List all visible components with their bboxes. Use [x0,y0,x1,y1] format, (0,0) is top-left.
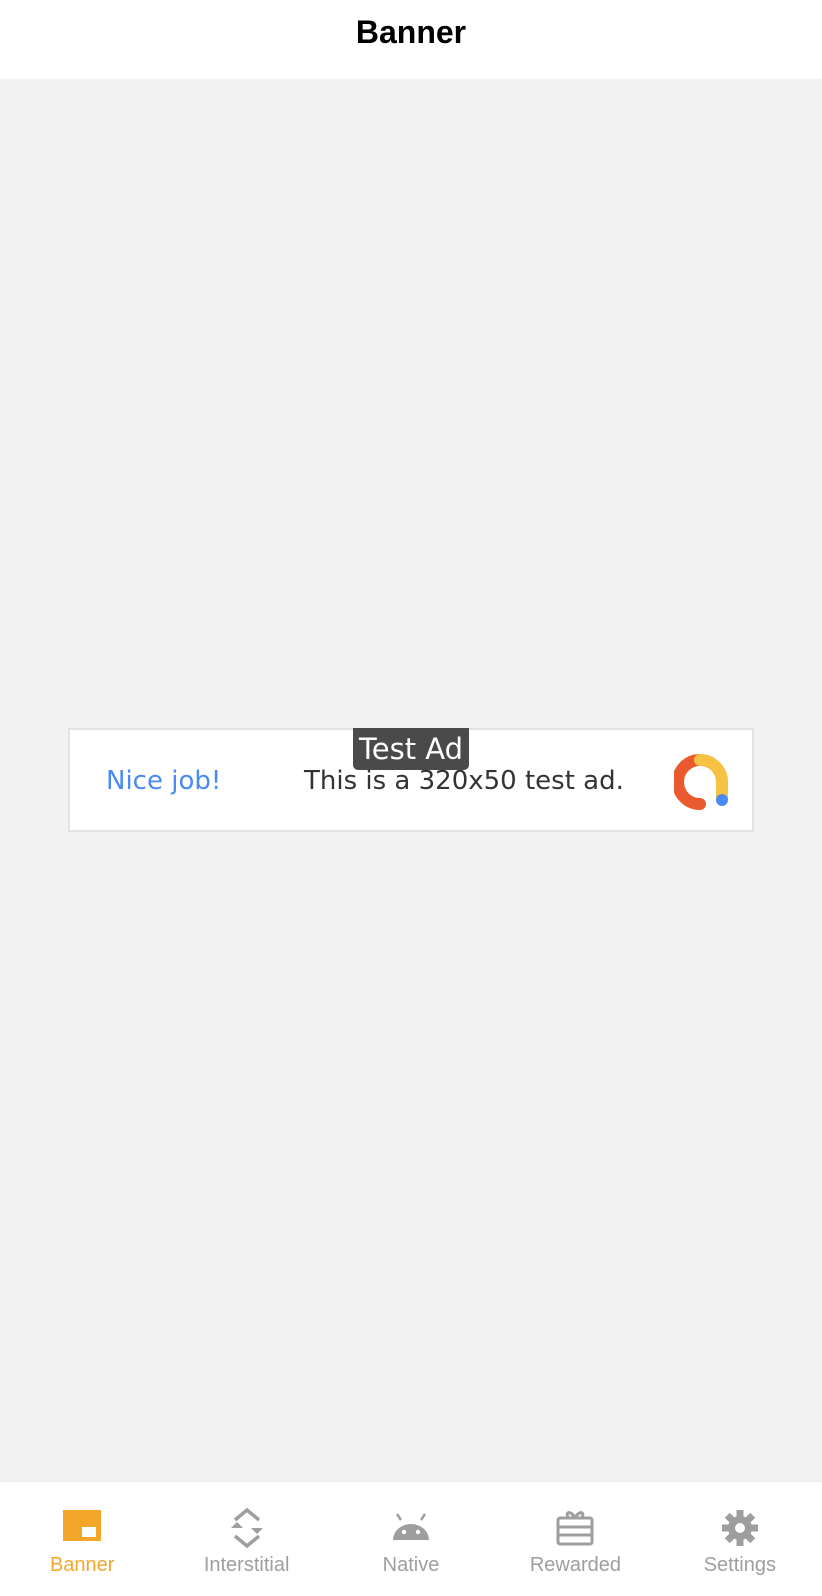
nav-item-settings[interactable]: Settings [658,1482,822,1596]
banner-icon [63,1510,102,1541]
android-icon [393,1513,430,1540]
nav-label-banner: Banner [49,1554,115,1576]
nav-item-interstitial[interactable]: Interstitial [164,1482,328,1596]
interstitial-icon [230,1508,263,1548]
nav-item-native[interactable]: Native [329,1482,493,1596]
page-title: Banner [355,14,467,50]
nav-label-interstitial: Interstitial [203,1554,290,1576]
ad-headline: Nice job! [106,766,222,796]
gear-icon [721,1510,758,1546]
bottom-navigation: Banner Interstitial Native Rewarded Sett… [0,1481,822,1596]
nav-item-banner[interactable]: Banner [0,1482,164,1596]
gift-card-icon [556,1511,594,1546]
ad-body-text: This is a 320x50 test ad. [304,766,624,796]
nav-label-rewarded: Rewarded [529,1554,621,1576]
ad-brand-logo-icon [674,754,728,810]
nav-label-settings: Settings [703,1554,776,1576]
nav-label-native: Native [382,1554,440,1576]
app-header: Banner [0,0,822,79]
test-ad-badge: Test Ad [353,728,469,770]
nav-item-rewarded[interactable]: Rewarded [493,1482,657,1596]
